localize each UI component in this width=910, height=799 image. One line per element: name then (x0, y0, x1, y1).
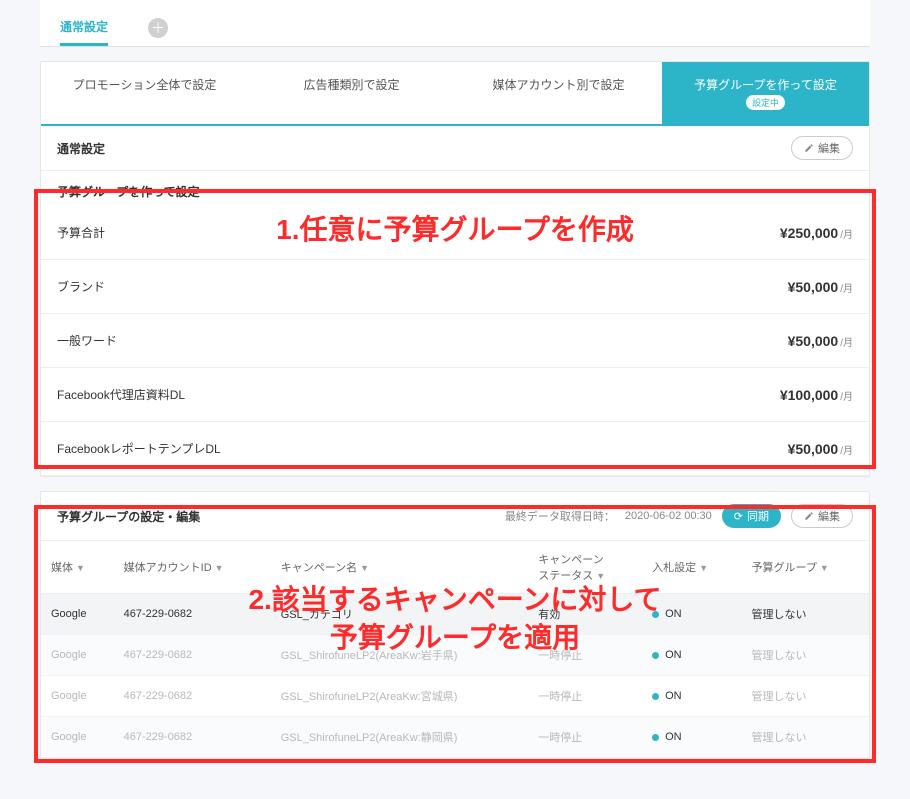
cell-account: 467-229-0682 (114, 635, 271, 676)
budget-row-name: Facebook代理店資料DL (57, 386, 185, 403)
campaign-card-title: 予算グループの設定・編集 (57, 508, 200, 525)
status-dot-icon (652, 693, 659, 700)
edit-button-2-label: 編集 (818, 508, 840, 524)
budget-row[interactable]: Facebook代理店資料DL ¥100,000/月 (41, 368, 869, 422)
edit-button-label: 編集 (818, 140, 840, 156)
pencil-icon (804, 511, 814, 521)
sub-tab-budget-group[interactable]: 予算グループを作って設定 設定中 (662, 62, 869, 124)
status-dot-icon (652, 652, 659, 659)
col-media[interactable]: 媒体▼ (41, 541, 114, 594)
top-tabs: 通常設定 ＋ (40, 0, 870, 47)
cell-group: 管理しない (742, 594, 869, 635)
cell-account: 467-229-0682 (114, 676, 271, 717)
sub-tab-promotion[interactable]: プロモーション全体で設定 (41, 62, 248, 124)
sort-icon: ▼ (596, 571, 605, 581)
section-title: 通常設定 (57, 140, 105, 157)
last-sync-label: 最終データ取得日時： (505, 508, 615, 524)
status-dot-icon (652, 734, 659, 741)
status-dot-icon (652, 611, 659, 618)
section-head: 通常設定 編集 (41, 126, 869, 171)
budget-row-name: ブランド (57, 278, 105, 295)
table-row[interactable]: Google467-229-0682GSL_ShirofuneLP2(AreaK… (41, 717, 869, 758)
table-row[interactable]: Google467-229-0682GSL_ShirofuneLP2(AreaK… (41, 676, 869, 717)
cell-group: 管理しない (742, 676, 869, 717)
budget-row-name: 一般ワード (57, 332, 117, 349)
active-badge: 設定中 (746, 95, 785, 110)
budget-row-per: /月 (840, 392, 853, 403)
col-account-id[interactable]: 媒体アカウントID▼ (114, 541, 271, 594)
budget-row-per: /月 (840, 284, 853, 295)
settings-card: プロモーション全体で設定 広告種類別で設定 媒体アカウント別で設定 予算グループ… (40, 61, 870, 477)
sub-tab-account[interactable]: 媒体アカウント別で設定 (455, 62, 662, 124)
cell-bid: ON (642, 594, 741, 635)
budget-group-header: 予算グループを作って設定 (41, 171, 869, 206)
budget-row[interactable]: ブランド ¥50,000/月 (41, 260, 869, 314)
sort-icon: ▼ (820, 563, 829, 573)
cell-media: Google (41, 594, 114, 635)
add-tab-icon[interactable]: ＋ (148, 18, 168, 38)
cell-campaign-name: GSL_ShirofuneLP2(AreaKw:静岡県) (271, 717, 529, 758)
sync-icon: ⟳ (734, 510, 743, 523)
cell-status: 一時停止 (528, 635, 642, 676)
col-campaign-name[interactable]: キャンペーン名▼ (271, 541, 529, 594)
budget-row-amount: ¥250,000/月 (780, 225, 853, 241)
cell-status: 一時停止 (528, 676, 642, 717)
cell-account: 467-229-0682 (114, 594, 271, 635)
sort-icon: ▼ (360, 563, 369, 573)
campaign-card: 予算グループの設定・編集 最終データ取得日時： 2020-06-02 00:30… (40, 491, 870, 759)
sub-tabs: プロモーション全体で設定 広告種類別で設定 媒体アカウント別で設定 予算グループ… (41, 62, 869, 126)
sort-icon: ▼ (215, 563, 224, 573)
sync-button-label: 同期 (747, 508, 769, 524)
budget-row-per: /月 (840, 446, 853, 457)
sync-button[interactable]: ⟳ 同期 (722, 504, 781, 528)
cell-group: 管理しない (742, 635, 869, 676)
cell-media: Google (41, 717, 114, 758)
cell-media: Google (41, 676, 114, 717)
budget-row-amount: ¥50,000/月 (788, 333, 853, 349)
sort-icon: ▼ (699, 563, 708, 573)
edit-button[interactable]: 編集 (791, 136, 853, 160)
budget-row-name: FacebookレポートテンプレDL (57, 440, 221, 457)
cell-account: 467-229-0682 (114, 717, 271, 758)
edit-button-2[interactable]: 編集 (791, 504, 853, 528)
col-budget-group[interactable]: 予算グループ▼ (742, 541, 869, 594)
campaign-table: 媒体▼ 媒体アカウントID▼ キャンペーン名▼ キャンペーン ステータス▼ 入札… (41, 541, 869, 758)
sub-tab-adtype[interactable]: 広告種類別で設定 (248, 62, 455, 124)
budget-row-name: 予算合計 (57, 224, 105, 241)
budget-row[interactable]: 予算合計 ¥250,000/月 (41, 206, 869, 260)
table-row[interactable]: Google467-229-0682GSL_ShirofuneLP2(AreaK… (41, 635, 869, 676)
cell-campaign-name: GSL_ShirofuneLP2(AreaKw:宮城県) (271, 676, 529, 717)
last-sync-value: 2020-06-02 00:30 (625, 510, 712, 522)
cell-bid: ON (642, 635, 741, 676)
cell-campaign-name: GSL_カテゴリ (271, 594, 529, 635)
sub-tab-budget-group-label: 予算グループを作って設定 (666, 76, 865, 93)
budget-row-amount: ¥50,000/月 (788, 441, 853, 457)
pencil-icon (804, 143, 814, 153)
col-campaign-status[interactable]: キャンペーン ステータス▼ (528, 541, 642, 594)
budget-row[interactable]: 一般ワード ¥50,000/月 (41, 314, 869, 368)
cell-campaign-name: GSL_ShirofuneLP2(AreaKw:岩手県) (271, 635, 529, 676)
top-tab-normal[interactable]: 通常設定 (60, 10, 108, 46)
cell-group: 管理しない (742, 717, 869, 758)
budget-row-amount: ¥50,000/月 (788, 279, 853, 295)
cell-media: Google (41, 635, 114, 676)
cell-status: 一時停止 (528, 717, 642, 758)
budget-row-amount: ¥100,000/月 (780, 387, 853, 403)
budget-row-per: /月 (840, 230, 853, 241)
sort-icon: ▼ (76, 563, 85, 573)
budget-row-per: /月 (840, 338, 853, 349)
budget-row[interactable]: FacebookレポートテンプレDL ¥50,000/月 (41, 422, 869, 476)
campaign-card-head: 予算グループの設定・編集 最終データ取得日時： 2020-06-02 00:30… (41, 492, 869, 541)
col-bid-setting[interactable]: 入札設定▼ (642, 541, 741, 594)
table-row[interactable]: Google467-229-0682GSL_カテゴリ有効ON管理しない (41, 594, 869, 635)
cell-bid: ON (642, 676, 741, 717)
cell-status: 有効 (528, 594, 642, 635)
cell-bid: ON (642, 717, 741, 758)
